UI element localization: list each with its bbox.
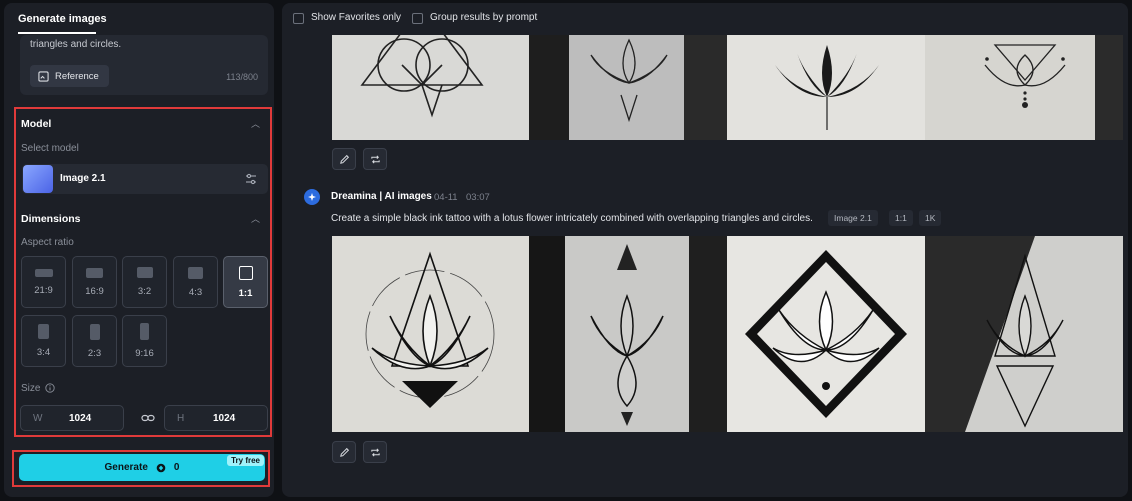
select-model-label: Select model [21, 143, 79, 154]
ratio-label: 21:9 [34, 284, 53, 296]
dimensions-section-title: Dimensions [21, 213, 81, 225]
group-checkbox[interactable] [412, 13, 423, 24]
generate-section: Generate 0 Try free [12, 450, 270, 487]
ratio-3-4[interactable]: 3:4 [21, 315, 66, 367]
reference-label: Reference [55, 70, 99, 82]
width-value[interactable]: 1024 [69, 413, 91, 424]
lotus-mandala-art [775, 45, 879, 130]
app-root: Generate images triangles and circles. R… [0, 0, 1132, 501]
dreamina-logo-icon [304, 189, 320, 205]
chevron-up-icon[interactable]: ︿ [251, 117, 260, 130]
left-panel: Generate images triangles and circles. R… [4, 3, 274, 497]
geometric-lotus-art [984, 35, 1123, 140]
ratio-shape-icon [38, 324, 49, 339]
ratio-9-16[interactable]: 9:16 [122, 315, 167, 367]
ratio-1-1[interactable]: 1:1 [223, 256, 268, 308]
lotus-triangle-art [365, 251, 495, 408]
tag-resolution: 1K [919, 210, 942, 226]
link-icon[interactable] [141, 412, 155, 424]
result-image[interactable] [529, 35, 727, 140]
ratio-label: 2:3 [87, 347, 102, 359]
generate-label: Generate [104, 462, 148, 473]
selected-model-name: Image 2.1 [60, 173, 106, 184]
ratio-shape-icon [89, 323, 100, 340]
prompt-text[interactable]: triangles and circles. [30, 39, 121, 50]
char-count: 113/800 [226, 72, 258, 82]
ratio-label: 4:3 [188, 286, 203, 298]
tag-model: Image 2.1 [828, 210, 878, 226]
results-panel: Dreamina | AI images 04-11 03:07 Create … [282, 3, 1128, 497]
model-thumbnail [23, 165, 53, 193]
edit-button[interactable] [332, 148, 356, 170]
tab-generate-images[interactable]: Generate images [18, 13, 107, 25]
result-image[interactable] [727, 35, 925, 140]
width-label: W [33, 413, 43, 424]
ratio-shape-icon [140, 323, 149, 340]
tab-underline [18, 32, 96, 34]
triangle-lotus-art [360, 35, 484, 118]
ratio-label: 3:2 [137, 286, 152, 297]
aspect-ratio-label: Aspect ratio [21, 237, 74, 248]
result-image[interactable] [925, 236, 1123, 432]
result-image[interactable] [925, 35, 1123, 140]
lotus-tattoo-art [529, 35, 727, 140]
repeat-icon [370, 447, 380, 457]
result-image[interactable] [332, 35, 529, 140]
edit-button[interactable] [332, 441, 356, 463]
result-image[interactable] [332, 236, 529, 432]
prompt-box[interactable]: triangles and circles. Reference 113/800 [20, 35, 268, 95]
pencil-icon [339, 154, 349, 164]
model-section-title: Model [21, 118, 52, 130]
ratio-label: 3:4 [36, 347, 51, 358]
favorites-label[interactable]: Show Favorites only [311, 12, 401, 23]
height-label: H [177, 413, 185, 424]
regenerate-button[interactable] [363, 148, 387, 170]
ratio-shape-icon [136, 267, 153, 278]
ratio-21-9[interactable]: 21:9 [21, 256, 66, 308]
model-dimensions-section: Model ︿ Select model Image 2.1 Dimension… [14, 107, 272, 437]
ratio-shape-icon [34, 268, 53, 277]
info-icon[interactable] [45, 383, 55, 393]
generation-date: 04-11 [434, 192, 458, 203]
repeat-icon [370, 154, 380, 164]
ratio-label: 16:9 [85, 285, 104, 297]
generate-cost: 0 [173, 462, 180, 473]
try-free-badge: Try free [227, 455, 264, 466]
size-label: Size [21, 383, 41, 394]
height-value[interactable]: 1024 [213, 413, 235, 424]
pencil-icon [339, 447, 349, 457]
lotus-diamond-art [745, 250, 907, 418]
height-field[interactable]: H 1024 [164, 405, 268, 431]
reference-button[interactable]: Reference [30, 65, 109, 87]
generation-time: 03:07 [466, 192, 490, 203]
geometric-lotus-arm-art [965, 236, 1123, 432]
ratio-16-9[interactable]: 16:9 [72, 256, 117, 308]
credit-icon [156, 463, 166, 472]
ratio-4-3[interactable]: 4:3 [173, 256, 218, 308]
ratio-label: 1:1 [238, 287, 253, 299]
model-selector[interactable]: Image 2.1 [22, 164, 268, 194]
ratio-2-3[interactable]: 2:3 [72, 315, 117, 367]
regenerate-button[interactable] [363, 441, 387, 463]
generate-button[interactable]: Generate 0 Try free [19, 454, 265, 481]
tag-ratio: 1:1 [889, 210, 913, 226]
ratio-shape-icon [86, 267, 103, 278]
result-image[interactable] [727, 236, 925, 432]
ratio-shape-icon [188, 266, 203, 279]
ratio-3-2[interactable]: 3:2 [122, 256, 167, 308]
generation-prompt[interactable]: Create a simple black ink tattoo with a … [331, 213, 813, 224]
results-toolbar: Show Favorites only Group results by pro… [282, 3, 1128, 35]
ratio-label: 9:16 [135, 348, 154, 359]
result-image[interactable] [529, 236, 727, 432]
chevron-up-icon[interactable]: ︿ [251, 212, 260, 225]
ratio-shape-icon [238, 265, 253, 280]
favorites-checkbox[interactable] [293, 13, 304, 24]
lotus-forearm-art [529, 236, 727, 432]
group-label[interactable]: Group results by prompt [430, 12, 537, 23]
author-name: Dreamina | AI images [331, 191, 432, 202]
settings-sliders-icon[interactable] [244, 172, 258, 186]
width-field[interactable]: W 1024 [20, 405, 124, 431]
image-plus-icon [38, 70, 49, 82]
